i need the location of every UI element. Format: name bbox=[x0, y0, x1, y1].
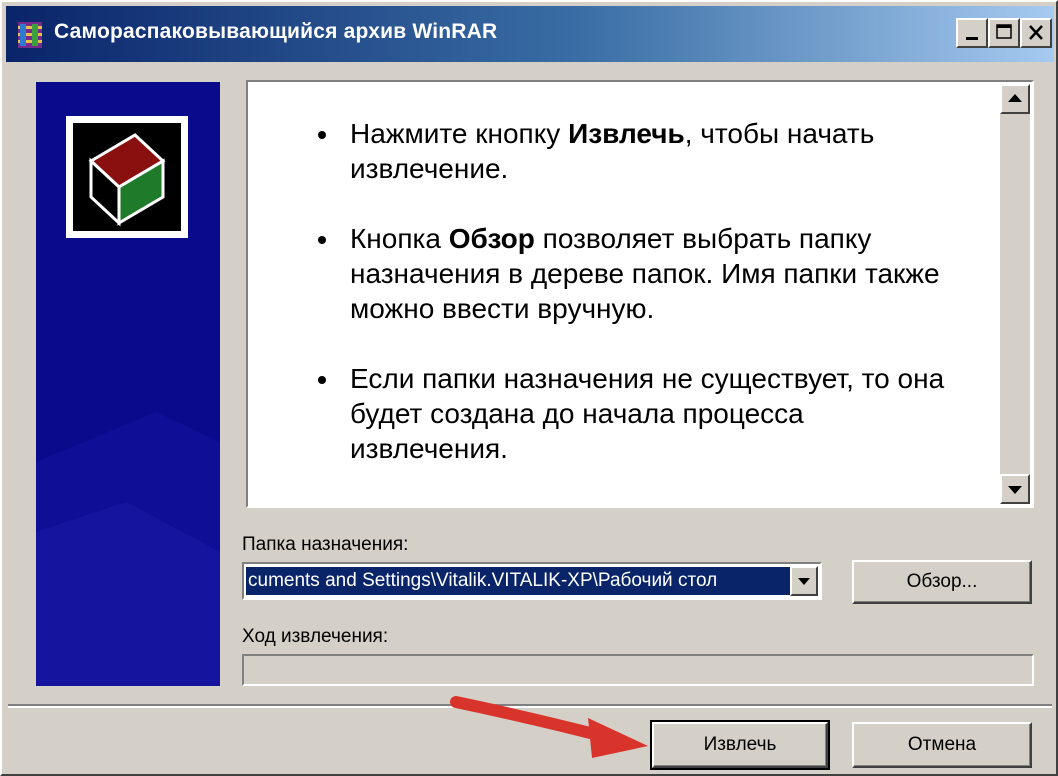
window-title: Самораспаковывающийся архив WinRAR bbox=[54, 20, 498, 43]
winrar-sfx-window: Самораспаковывающийся архив WinRAR Нажми… bbox=[0, 0, 1058, 776]
close-icon bbox=[1029, 25, 1043, 40]
instructions-panel: Нажмите кнопку Извлечь, чтобы начать изв… bbox=[246, 80, 1034, 508]
side-banner bbox=[36, 82, 220, 686]
instruction-item: Если папки назначения не существует, то … bbox=[302, 361, 962, 466]
cancel-button[interactable]: Отмена bbox=[852, 722, 1032, 768]
bullet-icon bbox=[318, 376, 326, 384]
winrar-app-icon bbox=[18, 22, 42, 48]
title-bar[interactable]: Самораспаковывающийся архив WinRAR bbox=[6, 6, 1054, 62]
scroll-down-button[interactable] bbox=[1000, 474, 1030, 504]
close-button[interactable] bbox=[1020, 18, 1052, 48]
winrar-box-icon bbox=[88, 133, 166, 227]
extract-button[interactable]: Извлечь bbox=[650, 720, 830, 770]
destination-folder-input[interactable]: cuments and Settings\Vitalik.VITALIK-XP\… bbox=[246, 567, 790, 595]
vertical-scrollbar[interactable] bbox=[1000, 84, 1030, 504]
maximize-icon bbox=[996, 24, 1012, 39]
minimize-icon bbox=[966, 37, 978, 40]
minimize-button[interactable] bbox=[956, 18, 988, 48]
annotation-arrow-icon bbox=[450, 696, 648, 758]
scroll-up-button[interactable] bbox=[1000, 84, 1030, 114]
browse-button[interactable]: Обзор... bbox=[852, 560, 1032, 604]
winrar-logo-frame bbox=[66, 116, 188, 238]
progress-label: Ход извлечения: bbox=[242, 626, 389, 647]
bullet-icon bbox=[318, 236, 326, 244]
destination-folder-combobox[interactable]: cuments and Settings\Vitalik.VITALIK-XP\… bbox=[242, 562, 822, 600]
scroll-track[interactable] bbox=[1000, 114, 1030, 474]
maximize-button[interactable] bbox=[988, 18, 1020, 48]
destination-label: Папка назначения: bbox=[242, 534, 409, 555]
destination-dropdown-button[interactable] bbox=[790, 566, 818, 596]
chevron-down-icon bbox=[798, 578, 810, 585]
instruction-item: Кнопка Обзор позволяет выбрать папку наз… bbox=[302, 221, 962, 326]
instruction-item: Нажмите кнопку Извлечь, чтобы начать изв… bbox=[302, 116, 962, 186]
arrow-down-icon bbox=[1008, 486, 1022, 494]
bullet-icon bbox=[318, 131, 326, 139]
arrow-up-icon bbox=[1008, 94, 1022, 102]
